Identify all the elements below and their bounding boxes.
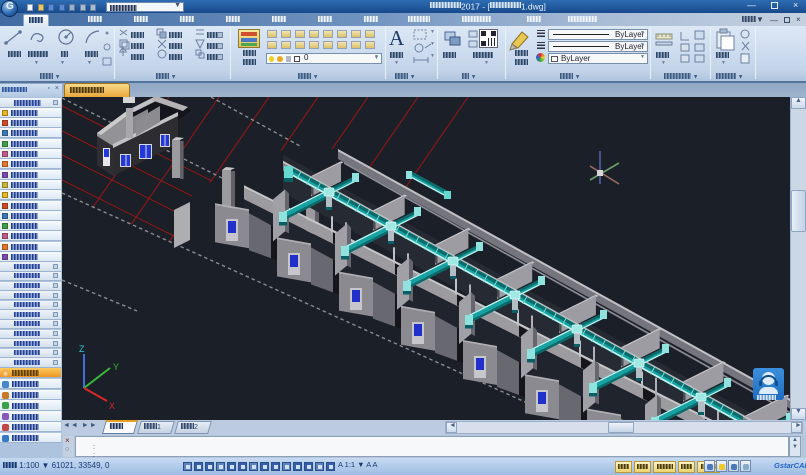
svg-text:X: X xyxy=(109,401,115,411)
svg-text:Y: Y xyxy=(113,362,119,372)
svg-text:Z: Z xyxy=(79,344,85,354)
